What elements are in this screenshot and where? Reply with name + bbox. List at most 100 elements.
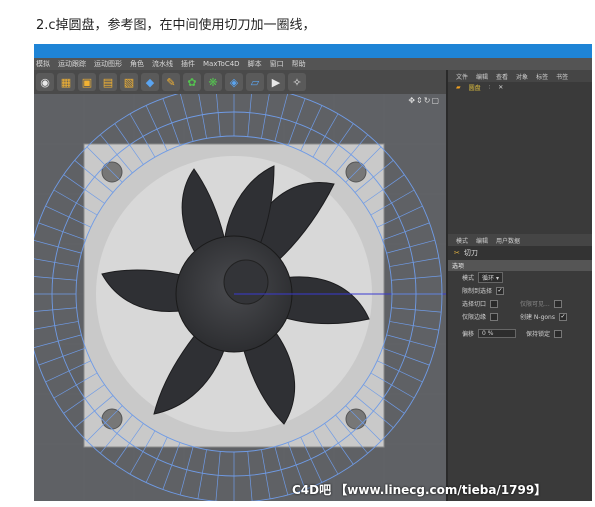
cube-icon[interactable]: ◆ bbox=[141, 73, 159, 91]
restrict-checkbox[interactable]: ✓ bbox=[496, 286, 505, 295]
options-section[interactable]: 选项 bbox=[448, 260, 592, 271]
menu-item-simulate[interactable]: 模拟 bbox=[36, 59, 50, 69]
om-menu-edit[interactable]: 编辑 bbox=[476, 72, 488, 81]
mode-row: 模式 循环 ▾ bbox=[448, 271, 592, 284]
floor-icon[interactable]: ▱ bbox=[246, 73, 264, 91]
screw-hole-bl-icon bbox=[101, 408, 123, 430]
option-row-edges-only: 仅限边缘 创建 N-gons ✓ bbox=[448, 310, 592, 323]
restrict-label: 限制到选择 bbox=[462, 288, 493, 295]
tag-icon[interactable]: ✕ bbox=[498, 84, 503, 91]
knife-icon: ✂ bbox=[454, 249, 460, 257]
mode-select[interactable]: 循环 ▾ bbox=[478, 272, 503, 283]
disc-spoke bbox=[389, 257, 439, 267]
disc-spoke bbox=[391, 307, 442, 313]
offset-field[interactable]: 0 % bbox=[478, 329, 517, 338]
render-view-icon[interactable]: ▣ bbox=[78, 73, 96, 91]
fan-hub-center bbox=[223, 259, 269, 305]
menu-item-motion-tracking[interactable]: 运动跟踪 bbox=[58, 59, 86, 69]
disc-spoke bbox=[389, 321, 439, 331]
attribute-manager: 模式 编辑 用户数据 ✂ 切刀 选项 模式 循环 ▾ 限制到选择 ✓ 选择切口 … bbox=[448, 234, 592, 501]
disc-spoke bbox=[162, 442, 181, 490]
toolbar: ◉ ▦ ▣ ▤ ▧ ◆ ✎ ✿ ❋ ◈ ▱ ▶ ✧ bbox=[34, 70, 446, 94]
visibility-dots-icon[interactable]: ∶ bbox=[489, 84, 491, 91]
mode-label: 模式 bbox=[462, 275, 475, 282]
offset-label: 偏移 bbox=[462, 331, 475, 338]
option-row-restrict: 限制到选择 ✓ bbox=[448, 284, 592, 297]
array-icon[interactable]: ❋ bbox=[204, 73, 222, 91]
right-panel: 文件 编辑 查看 对象 标签 书签 ▰ 圆盘 ∶ ✕ 模式 编辑 用户数据 ✂ … bbox=[446, 70, 592, 501]
disc-spoke bbox=[34, 276, 77, 281]
am-menu-mode[interactable]: 模式 bbox=[456, 236, 468, 245]
attribute-manager-menu: 模式 编辑 用户数据 bbox=[448, 234, 592, 246]
option-row-select-cuts: 选择切口 仅限可见... bbox=[448, 297, 592, 310]
menu-item-pipeline[interactable]: 流水线 bbox=[152, 59, 173, 69]
tool-name: 切刀 bbox=[463, 249, 478, 257]
menu-item-character[interactable]: 角色 bbox=[130, 59, 144, 69]
screw-hole-br-icon bbox=[345, 408, 367, 430]
disc-spoke bbox=[261, 449, 271, 499]
disc-spoke bbox=[215, 451, 221, 501]
disc-spoke bbox=[34, 321, 79, 330]
disc-object-icon: ▰ bbox=[456, 83, 461, 91]
viewport[interactable]: ✥⇕↻▢ bbox=[34, 94, 446, 501]
caption: 2.c掉圆盘，参考图，在中间使用切刀加一圈线， bbox=[36, 18, 316, 33]
offset-row: 偏移 0 % 保持锁定 bbox=[448, 327, 592, 340]
menu-item-window[interactable]: 窗口 bbox=[270, 59, 284, 69]
render-settings-icon[interactable]: ▧ bbox=[120, 73, 138, 91]
disc-spoke bbox=[198, 94, 207, 139]
create-ngons-checkbox[interactable]: ✓ bbox=[559, 312, 567, 321]
object-row-disc[interactable]: ▰ 圆盘 ∶ ✕ bbox=[448, 82, 592, 92]
am-menu-edit[interactable]: 编辑 bbox=[476, 236, 488, 245]
disc-spoke bbox=[162, 98, 181, 146]
disc-spoke bbox=[216, 94, 221, 137]
camera-icon[interactable]: ▶ bbox=[267, 73, 285, 91]
render-picture-icon[interactable]: ▤ bbox=[99, 73, 117, 91]
om-menu-view[interactable]: 查看 bbox=[496, 72, 508, 81]
render-region-icon[interactable]: ▦ bbox=[57, 73, 75, 91]
select-cuts-checkbox[interactable] bbox=[490, 299, 499, 308]
offset-value: 0 % bbox=[482, 330, 494, 337]
edges-only-label: 仅限边缘 bbox=[462, 314, 487, 321]
om-menu-file[interactable]: 文件 bbox=[456, 72, 468, 81]
disc-spoke bbox=[247, 94, 252, 137]
keep-lock-checkbox[interactable] bbox=[554, 329, 563, 338]
select-cuts-label: 选择切口 bbox=[462, 301, 487, 308]
disc-spoke bbox=[287, 98, 306, 146]
visible-only-checkbox[interactable] bbox=[553, 299, 562, 308]
om-menu-tags[interactable]: 标签 bbox=[536, 72, 548, 81]
om-menu-bookmarks[interactable]: 书签 bbox=[556, 72, 568, 81]
menu-item-maxtoc4d[interactable]: MaxToC4D bbox=[203, 60, 240, 68]
disc-spoke bbox=[274, 94, 288, 142]
view-icon[interactable]: ◉ bbox=[36, 73, 54, 91]
deformer-icon[interactable]: ◈ bbox=[225, 73, 243, 91]
menu-item-help[interactable]: 帮助 bbox=[292, 59, 306, 69]
keep-lock-label: 保持锁定 bbox=[526, 331, 551, 338]
menu-item-mograph[interactable]: 运动图形 bbox=[94, 59, 122, 69]
title-bar bbox=[34, 44, 592, 58]
disc-spoke bbox=[197, 449, 207, 499]
light-icon[interactable]: ✧ bbox=[288, 73, 306, 91]
menu-bar: 模拟 运动跟踪 运动图形 角色 流水线 插件 MaxToC4D 脚本 窗口 帮助 bbox=[34, 58, 592, 70]
disc-spoke bbox=[382, 347, 430, 366]
fan-scene bbox=[34, 94, 446, 501]
viewport-nav-icons[interactable]: ✥⇕↻▢ bbox=[408, 96, 440, 105]
disc-spoke bbox=[38, 222, 86, 241]
disc-spoke bbox=[34, 307, 77, 312]
edges-only-checkbox[interactable] bbox=[490, 312, 499, 321]
object-name: 圆盘 bbox=[468, 84, 481, 92]
menu-item-script[interactable]: 脚本 bbox=[248, 59, 262, 69]
disc-spoke bbox=[34, 240, 82, 254]
om-menu-object[interactable]: 对象 bbox=[516, 72, 528, 81]
am-menu-user-data[interactable]: 用户数据 bbox=[496, 236, 520, 245]
pen-icon[interactable]: ✎ bbox=[162, 73, 180, 91]
mode-value: 循环 bbox=[482, 275, 495, 282]
disc-spoke bbox=[247, 451, 253, 501]
watermark: C4D吧 【www.linecg.com/tieba/1799】 bbox=[292, 483, 547, 497]
disc-spoke bbox=[34, 258, 79, 267]
menu-item-plugins[interactable]: 插件 bbox=[181, 59, 195, 69]
disc-spoke bbox=[34, 334, 82, 348]
subdivision-icon[interactable]: ✿ bbox=[183, 73, 201, 91]
disc-spoke bbox=[180, 94, 194, 142]
c4d-screenshot: 模拟 运动跟踪 运动图形 角色 流水线 插件 MaxToC4D 脚本 窗口 帮助… bbox=[34, 44, 592, 501]
tool-header: ✂ 切刀 bbox=[448, 246, 592, 260]
